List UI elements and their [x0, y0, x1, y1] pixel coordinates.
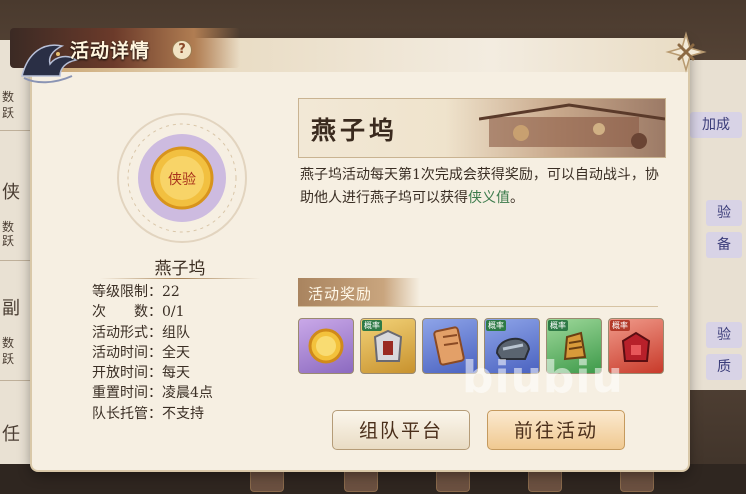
description-end: 。 — [510, 190, 524, 206]
info-open-time: 开放时间：每天 — [92, 365, 190, 382]
close-icon[interactable] — [664, 30, 708, 74]
bg-bonus-button: 加成 — [690, 112, 742, 138]
team-platform-button[interactable]: 组队平台 — [332, 410, 470, 450]
watermark: biubiu — [462, 352, 624, 403]
info-activity-time: 活动时间：全天 — [92, 344, 190, 361]
banner-title: 燕子坞 — [311, 116, 399, 145]
info-auto-leader: 队长托管：不支持 — [92, 405, 204, 422]
reward-title: 活动奖励 — [308, 285, 373, 303]
building-icon — [479, 103, 665, 149]
xia-coin-icon — [308, 328, 344, 364]
bg-right-button: 备 — [706, 232, 742, 258]
emblem-icon: 侠验 — [117, 113, 247, 243]
emblem-text: 侠验 — [168, 172, 196, 188]
info-count: 次 数：0/1 — [92, 304, 185, 321]
bg-right-button: 质 — [706, 354, 742, 380]
bg-right-button: 验 — [706, 322, 742, 348]
name-divider — [100, 278, 260, 279]
description-highlight: 侠义值 — [468, 190, 510, 206]
help-icon[interactable]: ? — [172, 40, 192, 60]
probability-tag: 概率 — [362, 320, 382, 331]
bg-right-button: 验 — [706, 200, 742, 226]
activity-info-list: 等级限制：22 次 数：0/1 活动形式：组队 活动时间：全天 开放时间：每天 … — [92, 282, 292, 424]
reward-divider — [298, 306, 658, 307]
background-right-panel: 加成 验 备 验 质 — [686, 60, 746, 390]
activity-description: 燕子坞活动每天第1次完成会获得奖励，可以自动战斗，协助他人进行燕子坞可以获得侠义… — [300, 164, 660, 210]
activity-name: 燕子坞 — [154, 259, 206, 279]
info-level-limit: 等级限制：22 — [92, 284, 180, 300]
probability-tag: 概率 — [610, 320, 630, 331]
probability-tag: 概率 — [548, 320, 568, 331]
reward-item-armor[interactable]: 概率 — [360, 318, 416, 374]
probability-tag: 概率 — [486, 320, 506, 331]
info-reset-time: 重置时间：凌晨4点 — [92, 385, 213, 402]
go-activity-button[interactable]: 前往活动 — [487, 410, 625, 450]
activity-banner: 燕子坞 — [298, 98, 666, 158]
info-format: 活动形式：组队 — [92, 324, 190, 341]
dialog-title: 活动详情 — [70, 40, 151, 62]
activity-info-panel: 侠验 燕子坞 等级限制：22 次 数：0/1 活动形式：组队 活动时间：全天 开… — [42, 98, 282, 438]
reward-item-xia-coin[interactable] — [298, 318, 354, 374]
